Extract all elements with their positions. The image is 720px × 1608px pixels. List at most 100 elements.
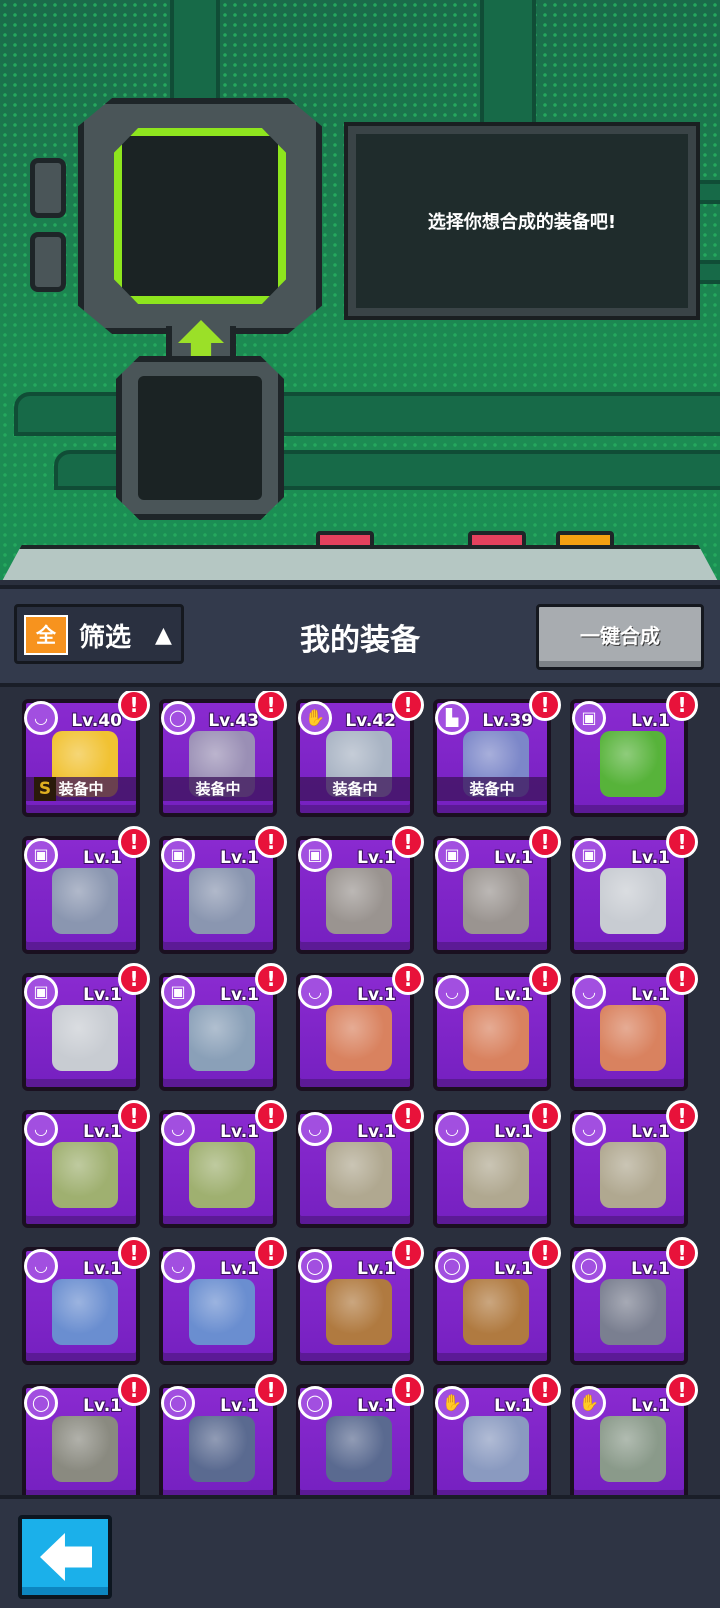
equipment-level: Lv.1 bbox=[631, 985, 670, 1005]
bottom-bar bbox=[0, 1495, 720, 1608]
new-alert-icon: ! bbox=[529, 1374, 561, 1406]
equipment-art bbox=[326, 1005, 392, 1071]
equipment-card[interactable]: ◯ Lv.1! bbox=[296, 1237, 424, 1365]
new-alert-icon: ! bbox=[529, 691, 561, 721]
new-alert-icon: ! bbox=[666, 1237, 698, 1269]
equipment-art bbox=[52, 1416, 118, 1482]
equipment-card[interactable]: ✋ Lv.1! bbox=[570, 1374, 698, 1495]
armor-icon: ▣ bbox=[24, 975, 58, 1009]
new-alert-icon: ! bbox=[255, 963, 287, 995]
equipment-card[interactable]: ▣ Lv.1! bbox=[433, 826, 561, 954]
equipment-card[interactable]: ◯ Lv.1! bbox=[159, 1374, 287, 1495]
material-equipment-slot[interactable] bbox=[116, 356, 284, 520]
necklace-icon: ◡ bbox=[435, 975, 469, 1009]
machine-knob bbox=[30, 232, 66, 292]
equipment-level: Lv.40 bbox=[71, 711, 122, 731]
synthesis-scene: 选择你想合成的装备吧! bbox=[0, 0, 720, 580]
equipment-card[interactable]: ◡ Lv.1! bbox=[22, 1237, 150, 1365]
equipment-level: Lv.1 bbox=[83, 1122, 122, 1142]
equipment-card[interactable]: ◡ Lv.1! bbox=[433, 963, 561, 1091]
equipment-card[interactable]: ◯ Lv.1! bbox=[570, 1237, 698, 1365]
new-alert-icon: ! bbox=[255, 1374, 287, 1406]
grade-badge: S bbox=[34, 777, 56, 801]
new-alert-icon: ! bbox=[118, 1100, 150, 1132]
belt-icon: ◯ bbox=[298, 1249, 332, 1283]
equipment-art bbox=[600, 1005, 666, 1071]
belt-icon: ◯ bbox=[572, 1249, 606, 1283]
new-alert-icon: ! bbox=[118, 963, 150, 995]
equipment-card[interactable]: ▣ Lv.1! bbox=[22, 826, 150, 954]
equipment-card[interactable]: ◡ Lv.1! bbox=[433, 1100, 561, 1228]
equipment-level: Lv.1 bbox=[357, 1396, 396, 1416]
back-button[interactable] bbox=[18, 1515, 112, 1599]
new-alert-icon: ! bbox=[666, 1374, 698, 1406]
synthesis-prompt: 选择你想合成的装备吧! bbox=[427, 212, 617, 233]
equipment-art bbox=[600, 1279, 666, 1345]
machine-knob bbox=[30, 158, 66, 218]
equipment-card[interactable]: ◯ Lv.1! bbox=[296, 1374, 424, 1495]
equipment-card[interactable]: ▣ Lv.1! bbox=[296, 826, 424, 954]
glove-icon: ✋ bbox=[572, 1386, 606, 1420]
equipped-label: 装备中 bbox=[300, 777, 410, 801]
belt-icon: ◯ bbox=[161, 1386, 195, 1420]
equipment-card[interactable]: ▣ Lv.1! bbox=[159, 826, 287, 954]
new-alert-icon: ! bbox=[529, 826, 561, 858]
equipment-grid[interactable]: ◡ Lv.40 装备中 S! ◯ Lv.43 装备中! ✋ Lv.42 装备中! ▙ Lv.39 装备中… bbox=[0, 691, 720, 1495]
equipment-card[interactable]: ◯ Lv.1! bbox=[22, 1374, 150, 1495]
new-alert-icon: ! bbox=[255, 1237, 287, 1269]
necklace-icon: ◡ bbox=[298, 1112, 332, 1146]
necklace-icon: ◡ bbox=[161, 1112, 195, 1146]
armor-icon: ▣ bbox=[24, 838, 58, 872]
equipment-card[interactable]: ▙ Lv.39 装备中! bbox=[433, 691, 561, 817]
equipment-card[interactable]: ✋ Lv.42 装备中! bbox=[296, 691, 424, 817]
armor-icon: ▣ bbox=[298, 838, 332, 872]
armor-icon: ▣ bbox=[161, 975, 195, 1009]
equipment-card[interactable]: ◡ Lv.1! bbox=[296, 1100, 424, 1228]
equipment-card[interactable]: ◡ Lv.1! bbox=[570, 963, 698, 1091]
equipment-card[interactable]: ▣ Lv.1! bbox=[570, 691, 698, 817]
new-alert-icon: ! bbox=[529, 1100, 561, 1132]
equipment-level: Lv.1 bbox=[220, 848, 259, 868]
new-alert-icon: ! bbox=[118, 1237, 150, 1269]
equipment-level: Lv.1 bbox=[494, 1259, 533, 1279]
equipment-card[interactable]: ◯ Lv.1! bbox=[433, 1237, 561, 1365]
necklace-icon: ◡ bbox=[435, 1112, 469, 1146]
equipment-level: Lv.1 bbox=[631, 711, 670, 731]
equipment-level: Lv.1 bbox=[357, 985, 396, 1005]
equipment-level: Lv.1 bbox=[494, 1396, 533, 1416]
equipment-card[interactable]: ◡ Lv.1! bbox=[570, 1100, 698, 1228]
equipment-level: Lv.1 bbox=[357, 1122, 396, 1142]
target-equipment-slot[interactable] bbox=[78, 98, 322, 334]
equipment-art bbox=[463, 1005, 529, 1071]
glove-icon: ✋ bbox=[435, 1386, 469, 1420]
necklace-icon: ◡ bbox=[572, 1112, 606, 1146]
new-alert-icon: ! bbox=[529, 1237, 561, 1269]
new-alert-icon: ! bbox=[392, 691, 424, 721]
equipment-card[interactable]: ◡ Lv.1! bbox=[159, 1237, 287, 1365]
equipment-art bbox=[189, 1142, 255, 1208]
equipment-card[interactable]: ▣ Lv.1! bbox=[159, 963, 287, 1091]
one-click-merge-button[interactable]: 一键合成 bbox=[536, 604, 704, 670]
armor-icon: ▣ bbox=[572, 838, 606, 872]
equipment-card[interactable]: ◡ Lv.40 装备中 S! bbox=[22, 691, 150, 817]
equipment-art bbox=[52, 1142, 118, 1208]
armor-icon: ▣ bbox=[572, 701, 606, 735]
equipment-art bbox=[52, 1279, 118, 1345]
new-alert-icon: ! bbox=[392, 963, 424, 995]
equipment-art bbox=[463, 1142, 529, 1208]
new-alert-icon: ! bbox=[666, 691, 698, 721]
equipment-art bbox=[189, 1279, 255, 1345]
glove-icon: ✋ bbox=[298, 701, 332, 735]
equipment-card[interactable]: ◡ Lv.1! bbox=[22, 1100, 150, 1228]
equipment-card[interactable]: ✋ Lv.1! bbox=[433, 1374, 561, 1495]
equipment-card[interactable]: ◡ Lv.1! bbox=[159, 1100, 287, 1228]
equipment-card[interactable]: ◯ Lv.43 装备中! bbox=[159, 691, 287, 817]
equipment-card[interactable]: ▣ Lv.1! bbox=[22, 963, 150, 1091]
equipment-level: Lv.1 bbox=[494, 848, 533, 868]
equipment-level: Lv.1 bbox=[83, 1259, 122, 1279]
equipment-art bbox=[463, 1416, 529, 1482]
equipment-card[interactable]: ▣ Lv.1! bbox=[570, 826, 698, 954]
equipment-card[interactable]: ◡ Lv.1! bbox=[296, 963, 424, 1091]
equipment-level: Lv.1 bbox=[631, 1259, 670, 1279]
pipe bbox=[170, 0, 220, 106]
